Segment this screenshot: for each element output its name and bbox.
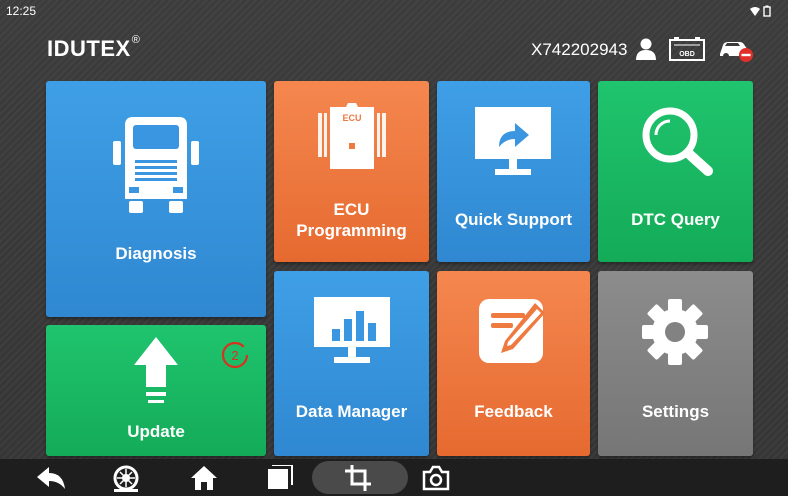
settings-tile[interactable]: Settings	[598, 271, 753, 456]
magnifier-icon	[642, 107, 713, 176]
update-count-badge: 2	[221, 341, 249, 369]
quick-support-label: Quick Support	[454, 210, 573, 229]
camera-icon[interactable]	[421, 465, 451, 491]
upload-arrow-icon	[134, 337, 178, 403]
diagnosis-tile[interactable]: Diagnosis	[46, 81, 266, 317]
brand-logo: IDUTEX®	[47, 34, 141, 61]
update-label: Update	[127, 422, 185, 441]
gear-icon	[642, 299, 708, 365]
svg-text:2: 2	[231, 348, 238, 363]
feedback-tile[interactable]: Feedback	[437, 271, 590, 456]
diagnosis-label: Diagnosis	[115, 244, 197, 263]
back-icon[interactable]	[35, 465, 67, 491]
dtc-query-label: DTC Query	[631, 210, 720, 229]
edit-note-icon	[479, 299, 545, 363]
bar-chart-monitor-icon	[314, 297, 390, 363]
data-manager-label: Data Manager	[295, 402, 408, 421]
wifi-icon	[750, 7, 760, 16]
tire-icon[interactable]	[111, 465, 141, 493]
status-bar: 12:25	[0, 0, 788, 22]
device-serial: X742202943	[531, 40, 628, 59]
recent-apps-icon[interactable]	[266, 465, 294, 491]
ecu-programming-label: ECU Programming	[296, 200, 407, 240]
battery-icon	[763, 5, 771, 17]
svg-text:OBD: OBD	[679, 51, 695, 58]
ecu-chip-icon: ECU	[318, 103, 386, 169]
monitor-arrow-icon	[475, 107, 551, 175]
quick-support-tile[interactable]: Quick Support	[437, 81, 590, 262]
update-tile[interactable]: 2 Update	[46, 325, 266, 456]
feedback-label: Feedback	[474, 402, 553, 421]
dtc-query-tile[interactable]: DTC Query	[598, 81, 753, 262]
ecu-programming-tile[interactable]: ECU ECU Programming	[274, 81, 429, 262]
truck-icon	[113, 117, 199, 213]
crop-icon[interactable]	[345, 465, 373, 491]
home-icon[interactable]	[190, 465, 218, 491]
svg-text:ECU: ECU	[342, 113, 361, 123]
bottom-nav-bar	[0, 459, 788, 496]
user-icon[interactable]	[636, 38, 656, 60]
status-icons	[750, 5, 771, 17]
vehicle-disconnected-icon[interactable]	[718, 38, 754, 62]
obd-icon[interactable]: OBD	[669, 37, 705, 61]
status-time: 12:25	[6, 4, 37, 18]
app-header: IDUTEX® X742202943 OBD	[0, 22, 788, 72]
data-manager-tile[interactable]: Data Manager	[274, 271, 429, 456]
settings-label: Settings	[641, 402, 710, 421]
